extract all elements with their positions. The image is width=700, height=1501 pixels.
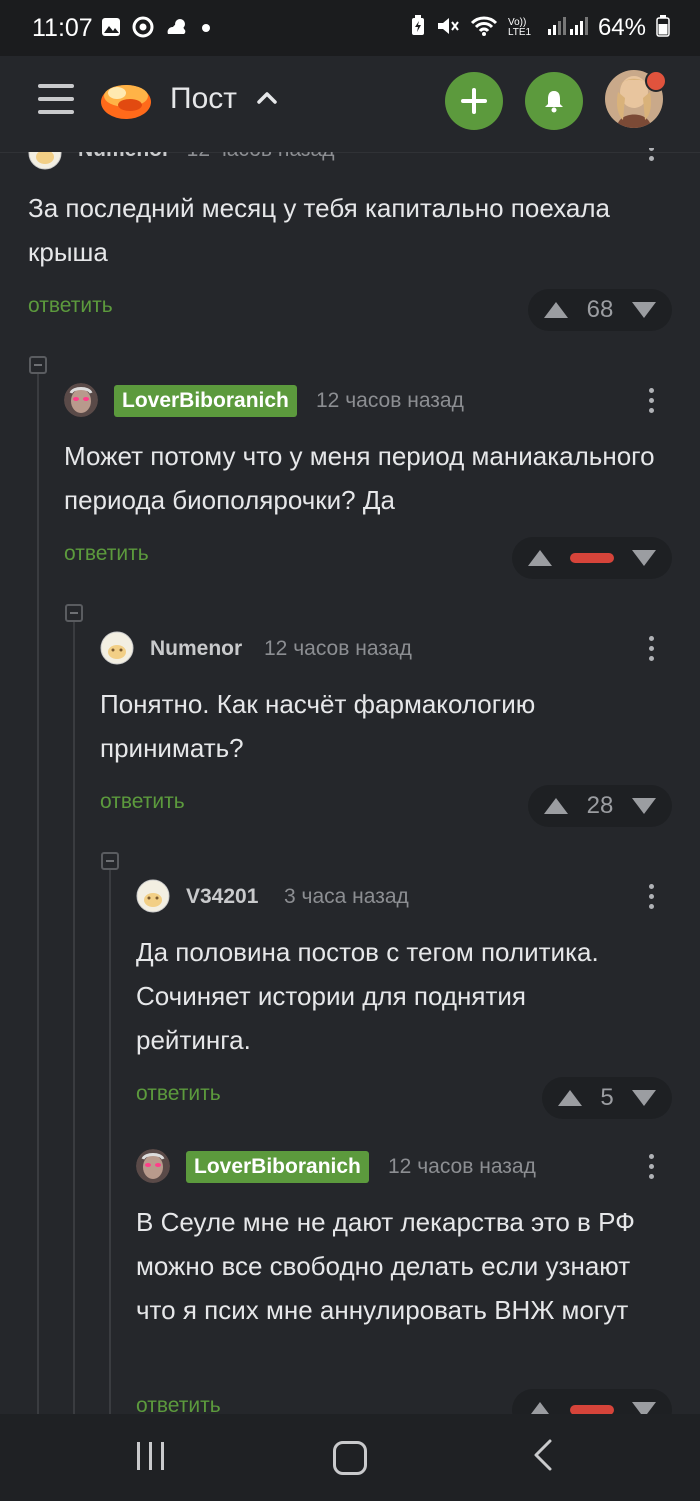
collapse-thread-button[interactable] — [29, 356, 47, 374]
battery-icon — [656, 14, 670, 42]
reply-link[interactable]: ответить — [64, 542, 149, 566]
notifications-button[interactable] — [525, 72, 583, 130]
thread-line — [37, 374, 39, 1414]
plus-icon — [461, 88, 487, 114]
downvote-icon[interactable] — [631, 302, 656, 318]
negative-rating-indicator — [570, 553, 614, 563]
comment-author[interactable]: LoverBiboranich — [186, 1151, 369, 1183]
comment-text: Понятно. Как насчёт фармакологию принима… — [100, 689, 536, 763]
menu-icon[interactable] — [38, 84, 74, 118]
reply-link[interactable]: ответить — [100, 790, 185, 814]
upvote-icon[interactable] — [544, 798, 568, 814]
more-options-icon[interactable] — [646, 884, 656, 914]
status-icons-right: Vo)) LTE1 64% — [410, 14, 670, 42]
pikabu-logo[interactable] — [100, 79, 152, 121]
thread-line — [73, 622, 75, 1414]
vote-widget — [512, 1389, 672, 1414]
status-icons-left — [100, 16, 212, 44]
recent-apps-icon[interactable] — [137, 1442, 164, 1470]
vote-widget — [512, 537, 672, 579]
dot-icon — [200, 16, 212, 44]
comment-avatar[interactable] — [136, 1149, 170, 1183]
page-title[interactable]: Пост — [170, 82, 237, 116]
vote-widget: 68 — [528, 289, 672, 331]
vote-count: 68 — [586, 296, 614, 323]
downvote-icon[interactable] — [631, 798, 656, 814]
downvote-icon[interactable] — [631, 1090, 656, 1106]
more-options-icon[interactable] — [646, 636, 656, 666]
upvote-icon[interactable] — [558, 1090, 582, 1106]
notification-dot — [645, 70, 667, 92]
comment-text: За последний месяц у тебя капитально пое… — [28, 193, 611, 267]
negative-rating-indicator — [570, 1405, 614, 1414]
home-icon[interactable] — [333, 1441, 367, 1475]
comment-text: В Сеуле мне не дают лекарства это в РФ м… — [136, 1207, 635, 1325]
comment-time: 12 часов назад — [316, 389, 464, 412]
chrome-icon — [132, 16, 154, 44]
comment-header-partial: Numenor 12 часов назад — [78, 152, 378, 166]
add-post-button[interactable] — [445, 72, 503, 130]
comment-avatar[interactable] — [100, 631, 134, 665]
more-options-icon[interactable] — [646, 1154, 656, 1184]
vote-count: 5 — [600, 1084, 614, 1111]
vote-count: 28 — [586, 792, 614, 819]
vote-widget-partial — [512, 1389, 672, 1414]
volte-icon: Vo)) LTE1 — [507, 17, 532, 38]
more-options-icon[interactable] — [646, 148, 656, 166]
comment-author[interactable]: Numenor — [150, 637, 242, 661]
more-options-icon[interactable] — [646, 388, 656, 418]
comment-author[interactable]: V34201 — [186, 885, 258, 909]
comment-avatar[interactable] — [64, 383, 98, 417]
upvote-icon[interactable] — [528, 1402, 552, 1414]
reply-link[interactable]: ответить — [136, 1394, 221, 1414]
weather-icon — [164, 16, 190, 44]
downvote-icon[interactable] — [632, 550, 656, 566]
comment-author[interactable]: LoverBiboranich — [114, 385, 297, 417]
reply-link-wrapper: ответить — [136, 1394, 336, 1414]
battery-percent: 64% — [597, 14, 646, 41]
comment-time: 12 часов назад — [388, 1155, 536, 1178]
reply-link[interactable]: ответить — [28, 294, 113, 318]
comment-time: 3 часа назад — [284, 885, 409, 908]
comment-time: 12 часов назад — [187, 152, 335, 161]
comment-text: Да половина постов с тегом политика. Соч… — [136, 937, 599, 1055]
collapse-thread-button[interactable] — [65, 604, 83, 622]
chevron-up-icon[interactable] — [256, 86, 278, 112]
bell-icon — [545, 91, 563, 113]
comment-text: Может потому что у меня период маниакаль… — [64, 441, 655, 515]
back-icon[interactable] — [532, 1438, 554, 1481]
gallery-icon — [100, 16, 122, 44]
reply-link[interactable]: ответить — [136, 1082, 221, 1106]
comment-time: 12 часов назад — [264, 637, 412, 660]
battery-saver-icon — [410, 14, 426, 42]
comment-author[interactable]: Numenor — [78, 152, 170, 161]
status-time: 11:07 — [32, 14, 93, 42]
downvote-icon[interactable] — [632, 1402, 656, 1414]
thread-line — [109, 870, 111, 1414]
upvote-icon[interactable] — [528, 550, 552, 566]
comment-avatar[interactable] — [136, 879, 170, 913]
upvote-icon[interactable] — [544, 302, 568, 318]
collapse-thread-button[interactable] — [101, 852, 119, 870]
mute-icon — [436, 15, 460, 42]
vote-widget: 5 — [542, 1077, 672, 1119]
wifi-icon — [470, 15, 498, 42]
signal-icon — [546, 15, 588, 42]
vote-widget: 28 — [528, 785, 672, 827]
comment-avatar[interactable] — [28, 152, 62, 170]
